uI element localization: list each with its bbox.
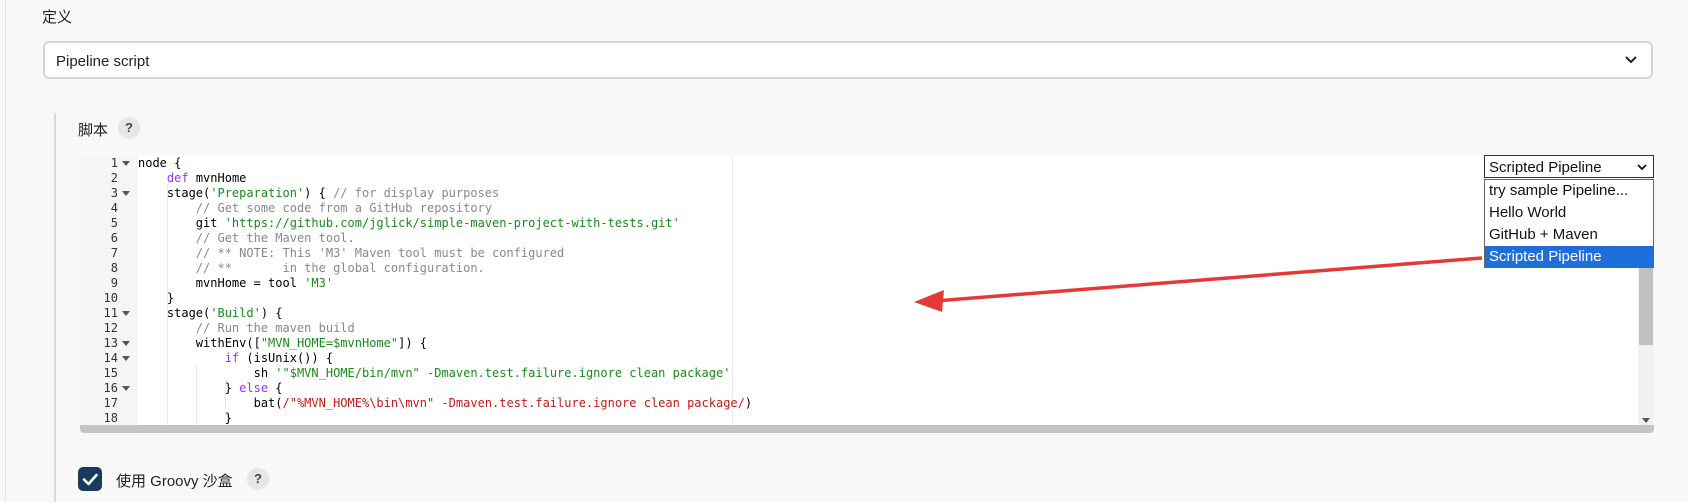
groovy-sandbox-label: 使用 Groovy 沙盒 bbox=[116, 473, 233, 490]
groovy-sandbox-checkbox[interactable] bbox=[78, 467, 102, 491]
groovy-sandbox-help-icon[interactable]: ? bbox=[247, 468, 269, 490]
annotation-arrow-icon bbox=[914, 256, 1483, 312]
checkmark-icon bbox=[82, 473, 98, 486]
